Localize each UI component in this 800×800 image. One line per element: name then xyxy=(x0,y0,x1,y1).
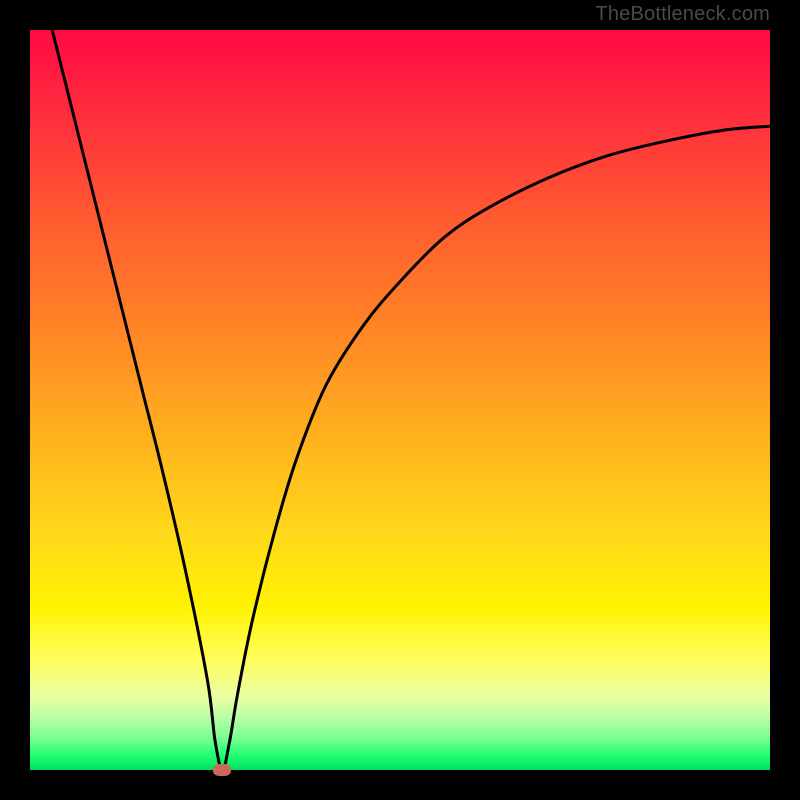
watermark-text: TheBottleneck.com xyxy=(595,3,770,26)
chart-frame: TheBottleneck.com xyxy=(0,0,800,800)
curve-path xyxy=(52,30,770,770)
minimum-marker xyxy=(213,764,231,776)
curve-svg xyxy=(30,30,770,770)
plot-area xyxy=(30,30,770,770)
